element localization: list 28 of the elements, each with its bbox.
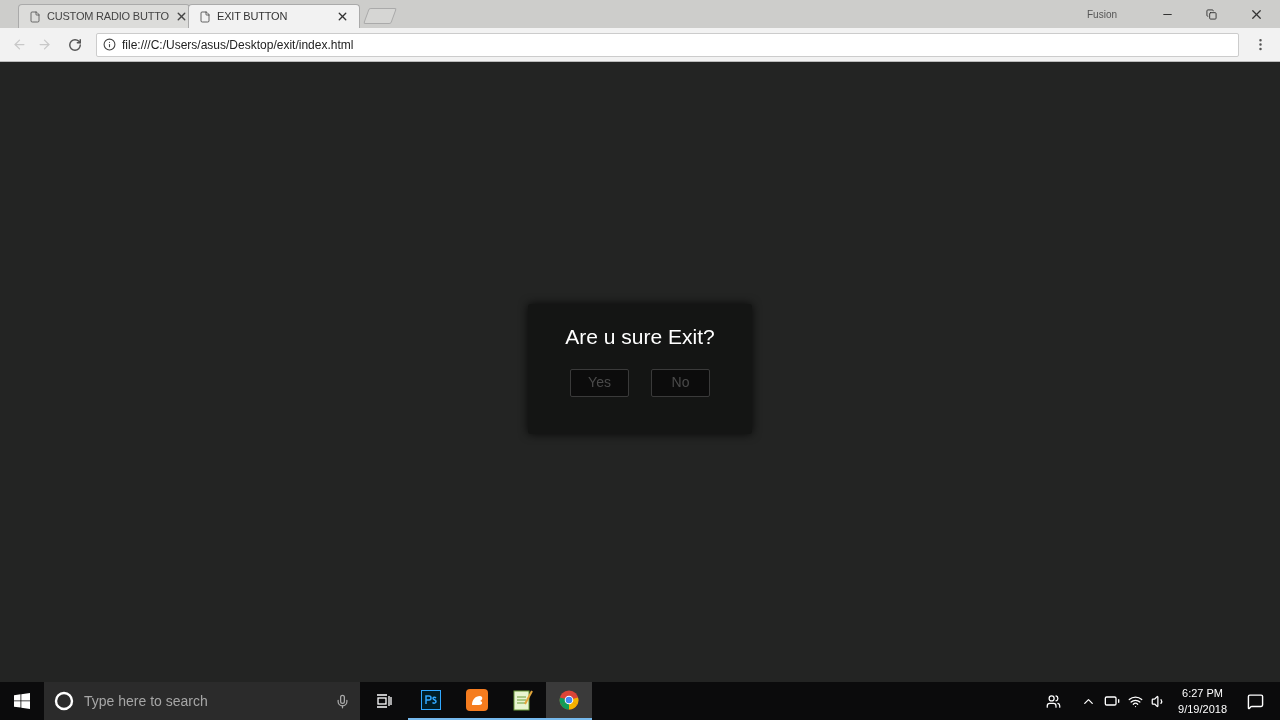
address-field[interactable]: file:///C:/Users/asus/Desktop/exit/index.html	[96, 32, 1239, 57]
taskbar-search-field[interactable]: Type here to search	[44, 682, 360, 720]
browser-tab[interactable]: CUSTOM RADIO BUTTO	[18, 4, 190, 28]
restore-icon[interactable]	[1206, 8, 1217, 20]
taskbar-app-button[interactable]	[546, 682, 592, 720]
page-icon	[199, 10, 211, 23]
notepad-icon	[513, 689, 533, 711]
wifi-icon[interactable]	[1128, 693, 1144, 709]
notifications-icon[interactable]	[1247, 692, 1264, 710]
photoshop-icon	[421, 690, 441, 710]
close-icon[interactable]	[336, 10, 349, 23]
page-icon	[29, 10, 41, 23]
squirrel-app-icon	[466, 689, 488, 711]
cortana-icon	[54, 691, 74, 711]
people-icon[interactable]	[1046, 693, 1062, 709]
profile-name[interactable]: Fusion	[1087, 6, 1117, 22]
browser-tab[interactable]: EXIT BUTTON	[188, 4, 360, 28]
microphone-icon[interactable]	[335, 693, 350, 709]
chrome-icon	[559, 690, 579, 710]
clock[interactable]: 6:27 PM 9/19/2018	[1174, 685, 1231, 717]
battery-icon[interactable]	[1104, 693, 1121, 709]
tab-title: CUSTOM RADIO BUTTO	[47, 9, 169, 25]
tab-title: EXIT BUTTON	[217, 9, 289, 25]
dialog-title: Are u sure Exit?	[565, 324, 715, 350]
info-icon	[103, 38, 116, 51]
reload-icon[interactable]	[68, 37, 82, 52]
windows-logo-icon	[14, 693, 30, 709]
task-view-icon	[376, 694, 392, 708]
